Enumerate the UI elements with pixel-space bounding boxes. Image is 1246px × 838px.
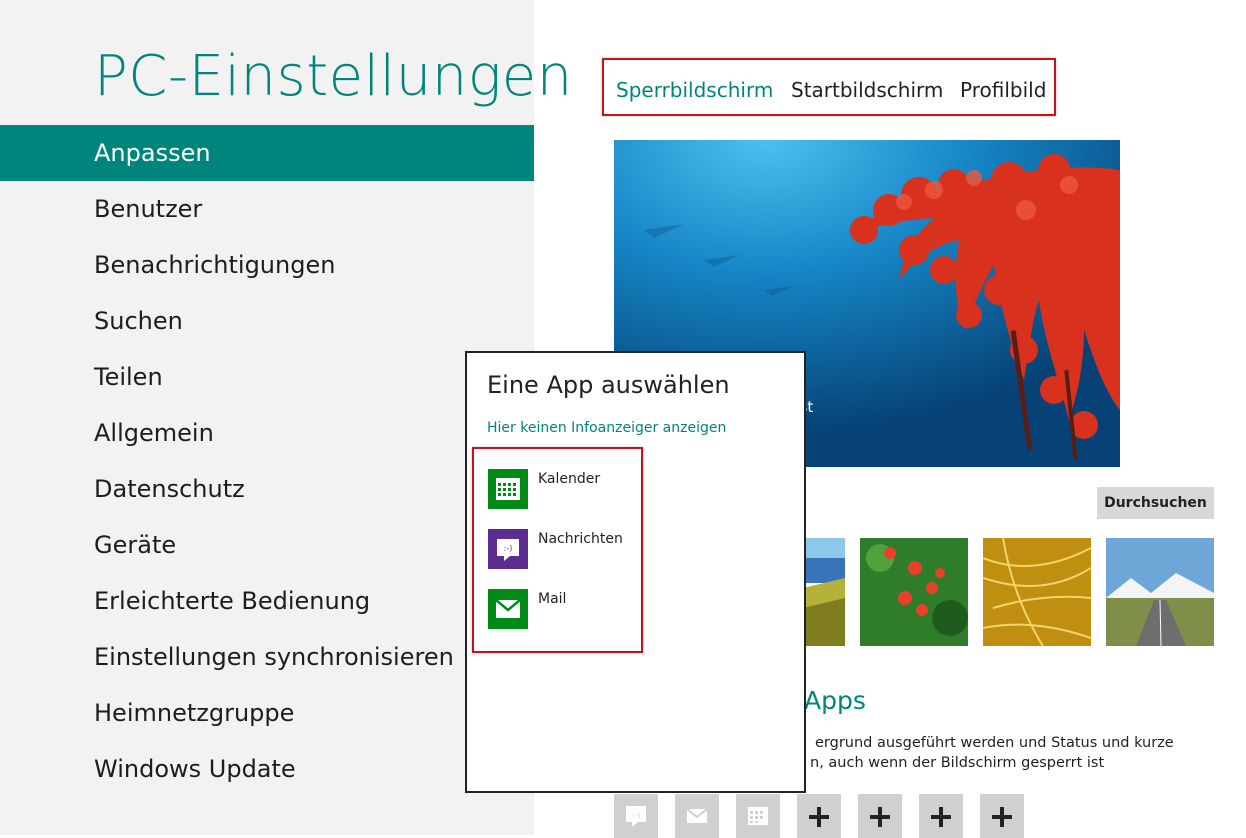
nav-item-anpassen[interactable]: Anpassen xyxy=(0,125,534,181)
lock-image-thumb-3[interactable] xyxy=(983,538,1091,646)
mail-icon xyxy=(488,589,528,629)
nav-item-heimnetzgruppe[interactable]: Heimnetzgruppe xyxy=(0,685,534,741)
nav-item-windows-update[interactable]: Windows Update xyxy=(0,741,534,797)
app-picker-list: Kalender :-) Nachrichten Mail xyxy=(472,447,643,653)
app-picker-flyout: Eine App auswählen Hier keinen Infoanzei… xyxy=(465,351,806,793)
app-picker-title: Eine App auswählen xyxy=(487,371,730,399)
tab-profilbild[interactable]: Profilbild xyxy=(960,78,1046,102)
lock-app-slot-calendar[interactable] xyxy=(736,794,780,838)
app-option-label: Mail xyxy=(538,591,567,607)
lock-app-slot-add-1[interactable] xyxy=(797,794,841,838)
lock-apps-desc-line2: n, auch wenn der Bildschirm gesperrt ist xyxy=(810,755,1105,771)
svg-text::-): :-) xyxy=(632,811,641,820)
browse-button[interactable]: Durchsuchen xyxy=(1097,487,1214,519)
app-option-mail[interactable]: Mail xyxy=(488,589,638,629)
nav-item-datenschutz[interactable]: Datenschutz xyxy=(0,461,534,517)
plus-icon xyxy=(992,807,1012,827)
svg-text::-): :-) xyxy=(504,544,513,553)
nav-item-erleichterte-bedienung[interactable]: Erleichterte Bedienung xyxy=(0,573,534,629)
calendar-icon xyxy=(748,807,768,825)
nav-item-benachrichtigungen[interactable]: Benachrichtigungen xyxy=(0,237,534,293)
lock-apps-desc-line1: ergrund ausgeführt werden und Status und… xyxy=(815,735,1174,751)
app-option-nachrichten[interactable]: :-) Nachrichten xyxy=(488,529,638,569)
plus-icon xyxy=(809,807,829,827)
personalize-tabs: Sperrbildschirm Startbildschirm Profilbi… xyxy=(602,58,1056,116)
nav-item-teilen[interactable]: Teilen xyxy=(0,349,534,405)
lock-app-slot-add-2[interactable] xyxy=(858,794,902,838)
lock-app-slot-mail[interactable] xyxy=(675,794,719,838)
plus-icon xyxy=(870,807,890,827)
mail-icon xyxy=(686,808,708,823)
lock-image-thumb-4[interactable] xyxy=(1106,538,1214,646)
nav-item-geraete[interactable]: Geräte xyxy=(0,517,534,573)
app-option-kalender[interactable]: Kalender xyxy=(488,469,638,509)
settings-nav-pane: PC-Einstellungen Anpassen Benutzer Benac… xyxy=(0,0,572,835)
calendar-icon xyxy=(488,469,528,509)
app-option-label: Kalender xyxy=(538,471,601,487)
lock-apps-description: ergrund ausgeführt werden und Status und… xyxy=(810,733,1174,771)
lock-app-slot-messaging[interactable]: :-) xyxy=(614,794,658,838)
messaging-icon: :-) xyxy=(488,529,528,569)
tab-sperrbildschirm[interactable]: Sperrbildschirm xyxy=(616,78,773,102)
lock-image-thumb-2[interactable] xyxy=(860,538,968,646)
messaging-icon: :-) xyxy=(626,806,646,827)
nav-item-benutzer[interactable]: Benutzer xyxy=(0,181,534,237)
page-title: PC-Einstellungen xyxy=(94,44,573,109)
lock-app-slot-add-3[interactable] xyxy=(919,794,963,838)
nav-item-suchen[interactable]: Suchen xyxy=(0,293,534,349)
lock-image-thumb-1[interactable] xyxy=(803,538,845,646)
plus-icon xyxy=(931,807,951,827)
lock-app-slot-add-4[interactable] xyxy=(980,794,1024,838)
no-badge-link[interactable]: Hier keinen Infoanzeiger anzeigen xyxy=(487,420,726,436)
app-option-label: Nachrichten xyxy=(538,531,623,547)
nav-item-allgemein[interactable]: Allgemein xyxy=(0,405,534,461)
tab-startbildschirm[interactable]: Startbildschirm xyxy=(791,78,943,102)
lock-apps-heading: Apps xyxy=(804,686,866,715)
nav-item-einstellungen-synchronisieren[interactable]: Einstellungen synchronisieren xyxy=(0,629,534,685)
